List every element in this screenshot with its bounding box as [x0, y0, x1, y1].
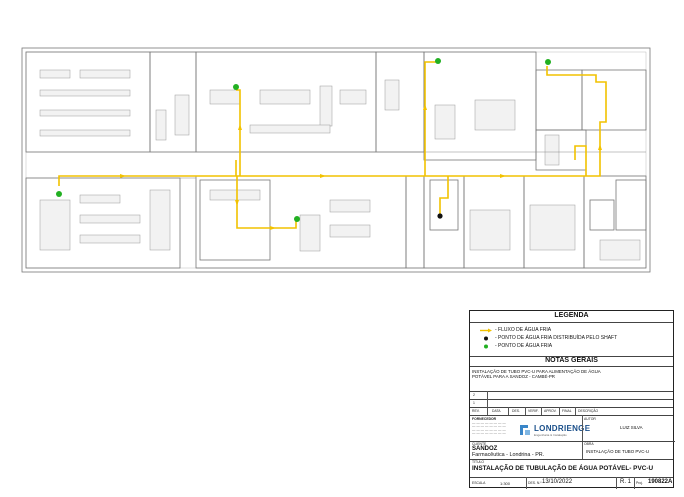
drawing-sheet: LEGENDA - FLUXO DE ÁGUA FRIA - PONTO DE …: [0, 0, 684, 492]
green-point-3: [545, 59, 551, 65]
scale-value: 1:300: [500, 481, 511, 486]
descricao-header: DESCRIÇÃO: [578, 409, 599, 413]
des-header: DES.: [512, 409, 520, 413]
author-label: AUTOR: [584, 417, 596, 421]
obra-label: OBRA: [584, 442, 594, 446]
author-name: LUIZ SILVA: [620, 425, 643, 430]
revision-value: R. 1: [620, 479, 632, 485]
green-point-2: [435, 58, 441, 64]
logo-mark-icon: [520, 425, 530, 435]
data-header: DATA: [492, 409, 501, 413]
legend-item-shaft: - PONTO DE ÁGUA FRIA DISTRIBUÍDA PELO SH…: [480, 335, 617, 341]
green-point-5: [294, 216, 300, 222]
londrienge-logo: LONDRIENGE Engenharia & Instalação: [518, 423, 590, 437]
supplier-contact: — — — — — — — — — — — — — — — — — — — — — …: [472, 421, 506, 436]
obra-name: INSTALAÇÃO DE TUBO PVC-U: [586, 449, 650, 454]
client-location: Farmacêutica - Londrina - PR.: [472, 452, 545, 458]
title-block: LEGENDA - FLUXO DE ÁGUA FRIA - PONTO DE …: [469, 310, 675, 489]
aprov-header: APROV.: [544, 409, 557, 413]
legend-item-flow: - FLUXO DE ÁGUA FRIA: [480, 327, 551, 333]
water-point-icon: [484, 344, 488, 348]
project-value: 190822A: [648, 479, 673, 485]
green-point-4: [56, 191, 62, 197]
final-header: FINAL: [562, 409, 572, 413]
revision-row-2: 2: [473, 393, 475, 397]
date-value: 13/10/2022: [542, 479, 573, 485]
project-label: Proj.: [636, 481, 643, 485]
date-label: DES. N.º: [528, 481, 542, 485]
water-points: [56, 58, 551, 222]
revision-row-1: 1: [473, 401, 475, 405]
notes-title: NOTAS GERAIS: [545, 357, 598, 364]
furniture: [39, 69, 641, 261]
notes-text: INSTALAÇÃO DE TUBO PVC-U PARA ALIMENTAÇÃ…: [472, 369, 601, 379]
rev-header: REV.: [472, 409, 480, 413]
green-point-1: [233, 84, 239, 90]
drawing-title: INSTALAÇÃO DE TUBULAÇÃO DE ÁGUA POTÁVEL-…: [472, 465, 654, 472]
legend-item-point: - PONTO DE ÁGUA FRIA: [480, 343, 552, 349]
legend-title: LEGENDA: [554, 312, 589, 319]
scale-label: ESCALA: [472, 481, 486, 485]
verif-header: VERIF.: [528, 409, 539, 413]
title-label: TÍTULO: [472, 460, 485, 464]
shaft-point: [437, 213, 443, 219]
pipe-flow-icon: [480, 328, 492, 332]
shaft-point-icon: [484, 336, 488, 340]
